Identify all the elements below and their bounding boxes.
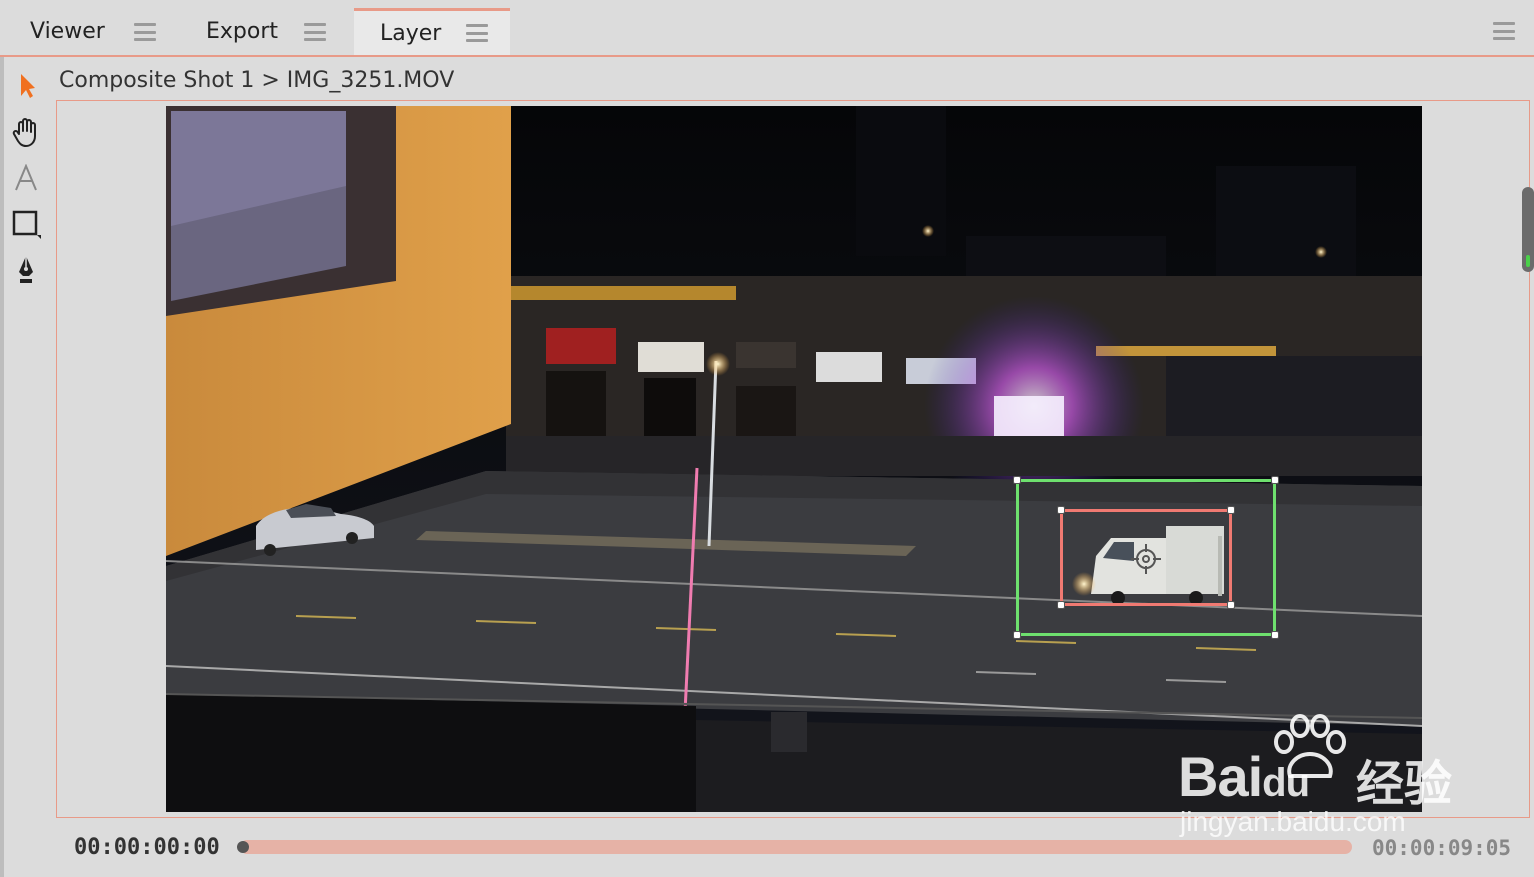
- watermark-url: jingyan.baidu.com: [1180, 806, 1406, 837]
- handle-bottom-left[interactable]: [1057, 601, 1065, 609]
- handle-bottom-left[interactable]: [1013, 631, 1021, 639]
- tab-viewer-label: Viewer: [30, 19, 105, 44]
- breadcrumb[interactable]: Composite Shot 1 > IMG_3251.MOV: [59, 68, 454, 93]
- hand-pan-icon[interactable]: [10, 116, 42, 148]
- rectangle-tool-icon[interactable]: [10, 208, 42, 240]
- tab-viewer-menu-icon[interactable]: [134, 23, 156, 41]
- left-edge-strip: [0, 57, 4, 877]
- panel-menu-icon[interactable]: [1493, 22, 1515, 40]
- handle-bottom-right[interactable]: [1227, 601, 1235, 609]
- night-street-scene: [166, 106, 1422, 812]
- tab-export-menu-icon[interactable]: [304, 23, 326, 41]
- select-arrow-icon[interactable]: [10, 70, 42, 102]
- current-timecode: 00:00:00:00: [74, 835, 220, 860]
- tab-export-label: Export: [206, 19, 279, 44]
- tab-layer-label: Layer: [380, 20, 442, 46]
- tab-export[interactable]: Export: [180, 8, 350, 55]
- vertical-scrollbar[interactable]: [1522, 187, 1534, 272]
- watermark-brand: Baidu: [1178, 745, 1310, 808]
- handle-top-right[interactable]: [1271, 476, 1279, 484]
- handle-top-right[interactable]: [1227, 506, 1235, 514]
- handle-bottom-right[interactable]: [1271, 631, 1279, 639]
- tracking-crosshair-icon[interactable]: [1129, 542, 1163, 576]
- tab-viewer[interactable]: Viewer: [4, 8, 174, 55]
- pen-tool-icon[interactable]: [10, 254, 42, 286]
- text-tool-icon[interactable]: [10, 162, 42, 194]
- handle-top-left[interactable]: [1013, 476, 1021, 484]
- video-frame[interactable]: [166, 106, 1422, 812]
- handle-top-left[interactable]: [1057, 506, 1065, 514]
- tab-layer-menu-icon[interactable]: [466, 24, 488, 42]
- watermark-brand-cn: 经验: [1356, 756, 1453, 812]
- playhead-handle[interactable]: [237, 841, 249, 853]
- tab-layer[interactable]: Layer: [354, 8, 510, 55]
- panel-tab-bar: Viewer Export Layer: [0, 0, 1534, 57]
- baidu-watermark: Baidu 经验 jingyan.baidu.com: [1176, 714, 1476, 854]
